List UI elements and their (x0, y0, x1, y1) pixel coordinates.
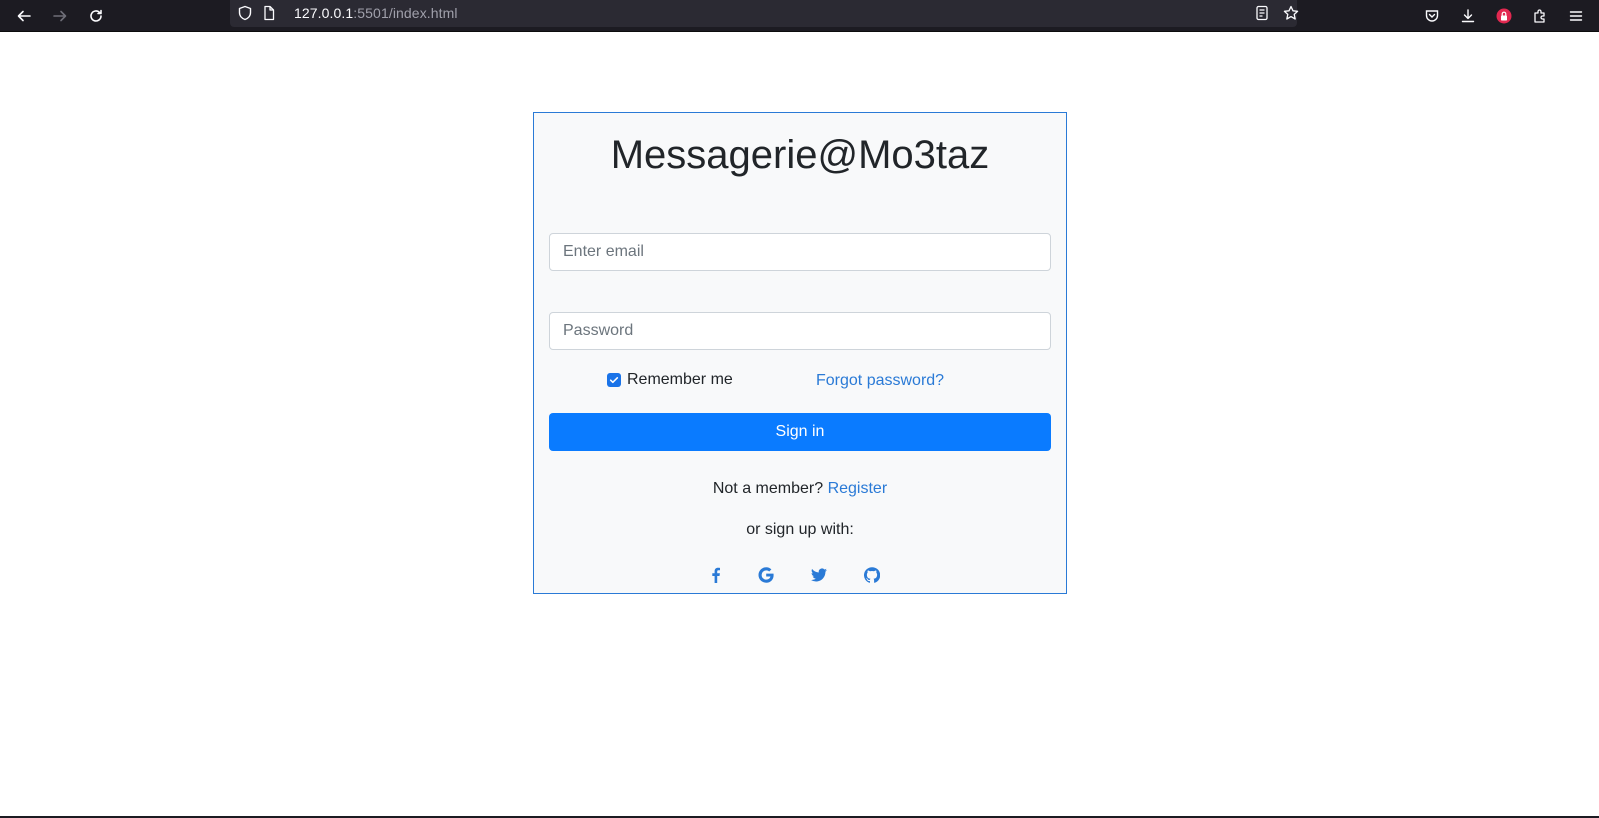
password-field[interactable]: Password (549, 312, 1051, 350)
url-bar[interactable]: 127.0.0.1:5501/index.html (230, 0, 1300, 27)
twitter-icon[interactable] (809, 565, 829, 585)
pocket-icon[interactable] (1420, 4, 1444, 28)
password-placeholder: Password (563, 322, 634, 339)
member-text: Not a member? (712, 480, 828, 497)
forgot-password-link[interactable]: Forgot password? (816, 372, 944, 390)
back-icon[interactable] (12, 4, 36, 28)
reload-icon[interactable] (84, 4, 108, 28)
reader-view-icon[interactable] (1253, 4, 1271, 22)
remember-label: Remember me (627, 371, 733, 388)
browser-toolbar: 127.0.0.1:5501/index.html (0, 0, 1599, 32)
remember-checkbox[interactable] (607, 373, 621, 387)
menu-icon[interactable] (1564, 4, 1588, 28)
extension-lock-icon[interactable] (1492, 4, 1516, 28)
forward-icon[interactable] (48, 4, 72, 28)
login-card: Messagerie@Mo3taz Enter email Password R… (533, 112, 1067, 594)
email-placeholder: Enter email (563, 243, 644, 260)
sign-in-label: Sign in (775, 423, 825, 440)
register-link[interactable]: Register (828, 480, 888, 497)
github-icon[interactable] (862, 565, 882, 585)
page-icon (260, 4, 278, 22)
url-text[interactable]: 127.0.0.1:5501/index.html (294, 5, 458, 21)
facebook-icon[interactable] (706, 565, 726, 585)
url-host: 127.0.0.1 (294, 5, 354, 21)
google-icon[interactable] (756, 565, 776, 585)
url-path: :5501/index.html (353, 5, 458, 21)
signup-prompt: or sign up with: (746, 521, 854, 538)
shield-icon[interactable] (236, 4, 254, 22)
page-title: Messagerie@Mo3taz (610, 133, 990, 177)
sign-in-button[interactable]: Sign in (549, 413, 1051, 451)
member-prompt: Not a member? Register (534, 480, 1066, 498)
remember-me[interactable]: Remember me (607, 371, 733, 389)
email-field[interactable]: Enter email (549, 233, 1051, 271)
download-icon[interactable] (1456, 4, 1480, 28)
extensions-icon[interactable] (1528, 4, 1552, 28)
bookmark-star-icon[interactable] (1282, 4, 1300, 22)
